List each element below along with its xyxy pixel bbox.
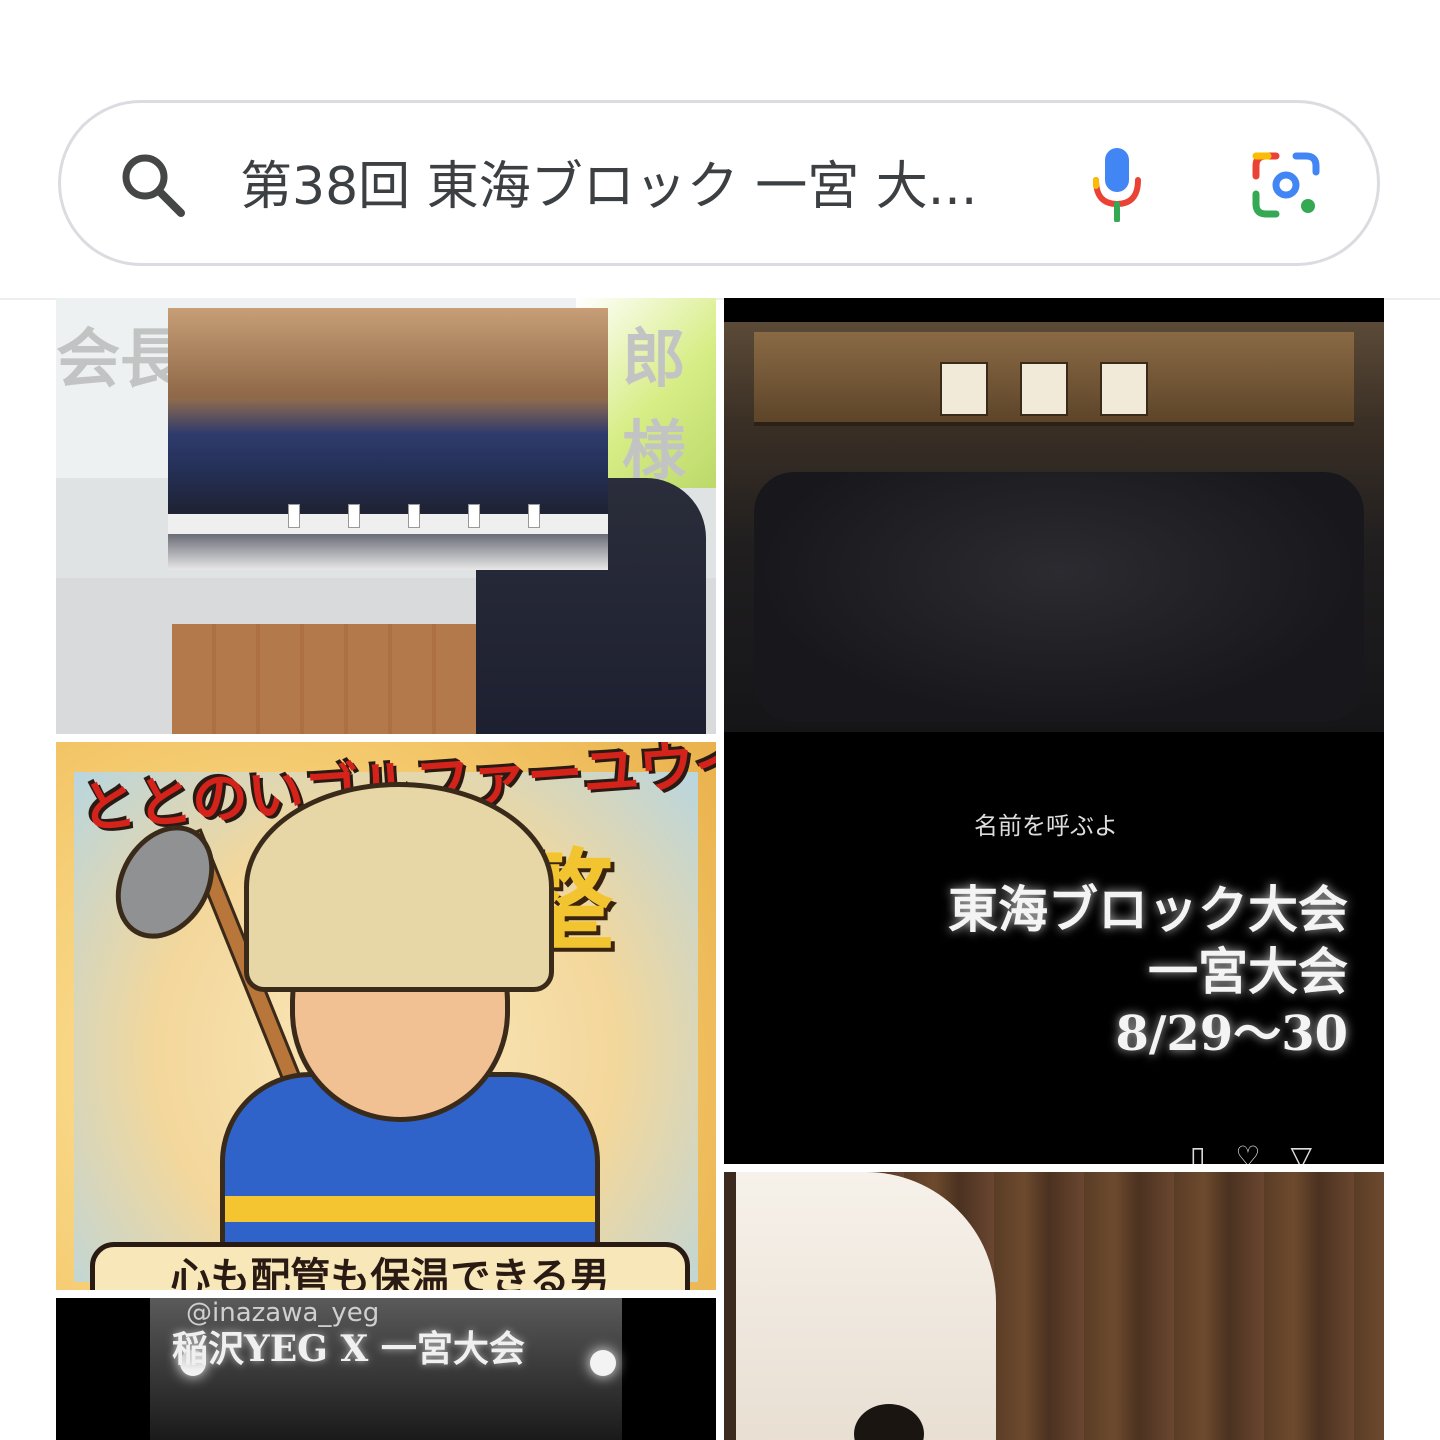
inset-meeting-photo — [168, 308, 608, 570]
name-card — [348, 504, 360, 528]
name-card — [528, 504, 540, 528]
restaurant-roof — [754, 332, 1354, 426]
google-lens-icon[interactable] — [1252, 152, 1320, 218]
background-text-right: 郎 様 — [622, 323, 686, 489]
image-search-screen: 第38回 東海ブロック 一宮 大... 会長 郎 様 名前を呼ぶよ 東海ブロック… — [0, 0, 1440, 1440]
group-photo — [724, 322, 1384, 732]
search-header: 第38回 東海ブロック 一宮 大... — [0, 0, 1440, 300]
ceiling-light — [590, 1350, 616, 1376]
result-image-group-video[interactable]: 名前を呼ぶよ 東海ブロック大会 一宮大会 8/29〜30 ▯♡▽ — [724, 298, 1384, 1164]
search-query[interactable]: 第38回 東海ブロック 一宮 大... — [240, 152, 1040, 222]
ceiling — [168, 308, 608, 398]
desk-row — [168, 514, 608, 534]
search-icon[interactable] — [118, 150, 188, 220]
sign-panel — [1020, 362, 1068, 416]
sign-panel — [940, 362, 988, 416]
golfer-hat — [244, 782, 554, 992]
result-image-wood-interior[interactable] — [724, 1172, 1384, 1440]
name-card — [468, 504, 480, 528]
video-title: 稲沢YEG X 一宮大会 — [172, 1328, 525, 1370]
sign-panel — [1100, 362, 1148, 416]
crowd — [754, 472, 1364, 722]
name-card — [288, 504, 300, 528]
result-image-meeting[interactable]: 会長 郎 様 — [56, 298, 716, 734]
video-action-icons: ▯♡▽ — [1190, 1140, 1343, 1164]
video-subtitle: 名前を呼ぶよ — [974, 812, 1118, 840]
video-date: 8/29〜30 — [1115, 1006, 1348, 1062]
arched-window — [736, 1172, 996, 1440]
mic-icon[interactable] — [1090, 146, 1144, 222]
door-frame — [724, 1172, 736, 1440]
cartoon-caption: 心も配管も保温できる男 — [90, 1242, 690, 1290]
name-card — [408, 504, 420, 528]
background-text-left: 会長 — [56, 323, 184, 397]
result-image-hall-video[interactable]: @inazawa_yeg 稲沢YEG X 一宮大会 — [56, 1298, 716, 1440]
result-image-cartoon-golfer[interactable]: ととのいゴルファーユウイチ 整 心も配管も保温できる男 — [56, 742, 716, 1290]
